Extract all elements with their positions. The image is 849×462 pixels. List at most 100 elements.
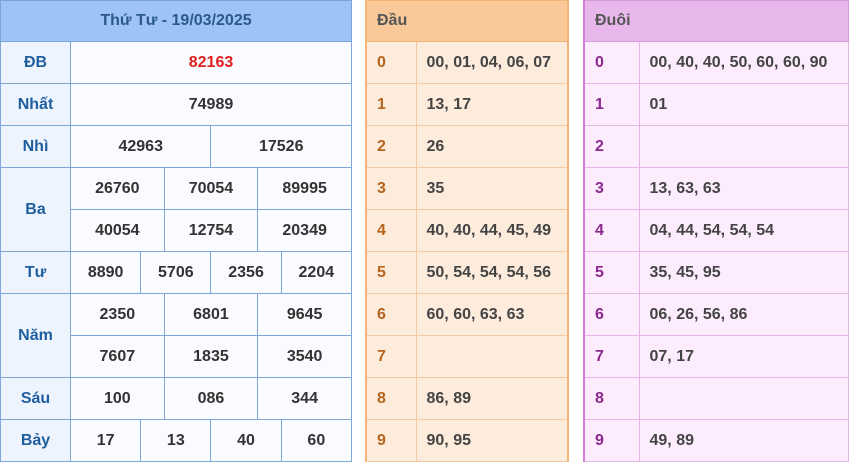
table-row: 9 90, 95 xyxy=(365,419,569,462)
tail-values xyxy=(638,377,849,420)
prize-row-nhi: Nhì 42963 17526 xyxy=(0,125,352,168)
table-row: 9 49, 89 xyxy=(583,419,849,462)
head-values: 90, 95 xyxy=(415,419,569,462)
table-row: 7 07, 17 xyxy=(583,335,849,378)
prize-value: 17 xyxy=(69,419,142,462)
head-digit: 9 xyxy=(365,419,417,462)
tail-digit: 8 xyxy=(583,377,640,420)
tail-digit: 6 xyxy=(583,293,640,336)
prize-value: 086 xyxy=(163,377,259,420)
prize-row-nam: Năm 2350 6801 9645 xyxy=(0,293,352,378)
prize-row-ba: Ba 26760 70054 89995 xyxy=(0,167,352,252)
prize-row-db: ĐB 82163 xyxy=(0,41,352,84)
head-values: 00, 01, 04, 06, 07 xyxy=(415,41,569,84)
prize-value: 2356 xyxy=(210,251,282,294)
tail-values: 49, 89 xyxy=(638,419,849,462)
head-table: Đầu 0 00, 01, 04, 06, 07 1 13, 17 2 26 3 35 … xyxy=(365,0,569,462)
prize-value: 9645 xyxy=(257,293,352,336)
prize-value: 89995 xyxy=(257,167,352,210)
prize-value: 2204 xyxy=(280,251,353,294)
table-row: 1 13, 17 xyxy=(365,83,569,126)
prize-row-tu: Tư 8890 5706 2356 2204 xyxy=(0,251,353,294)
prize-value: 13 xyxy=(140,419,212,462)
table-row: 2 26 xyxy=(365,125,569,168)
tail-digit: 3 xyxy=(583,167,640,210)
table-row: 3 35 xyxy=(365,167,569,210)
head-digit: 7 xyxy=(365,335,417,378)
prize-value: 20349 xyxy=(257,209,352,252)
prize-value: 40 xyxy=(210,419,282,462)
prize-row-sau: Sáu 100 086 344 xyxy=(0,377,352,420)
prize-value: 82163 xyxy=(70,41,352,84)
tail-header: Đuôi xyxy=(583,0,849,42)
prize-value: 8890 xyxy=(69,251,142,294)
prize-value: 74989 xyxy=(70,83,352,126)
prize-value: 344 xyxy=(257,377,352,420)
prize-value: 6801 xyxy=(163,293,259,336)
head-digit: 3 xyxy=(365,167,417,210)
table-row: 0 00, 01, 04, 06, 07 xyxy=(365,41,569,84)
table-row: 4 40, 40, 44, 45, 49 xyxy=(365,209,569,252)
prize-value: 1835 xyxy=(163,335,259,378)
head-values: 40, 40, 44, 45, 49 xyxy=(415,209,569,252)
prize-value: 42963 xyxy=(69,125,212,168)
head-digit: 1 xyxy=(365,83,417,126)
head-values: 50, 54, 54, 54, 56 xyxy=(415,251,569,294)
table-row: 5 50, 54, 54, 54, 56 xyxy=(365,251,569,294)
prize-label: Tư xyxy=(0,251,71,294)
table-row: 2 xyxy=(583,125,849,168)
head-values: 13, 17 xyxy=(415,83,569,126)
tail-values: 04, 44, 54, 54, 54 xyxy=(638,209,849,252)
head-digit: 8 xyxy=(365,377,417,420)
tail-values: 06, 26, 56, 86 xyxy=(638,293,849,336)
prize-row-bay: Bảy 17 13 40 60 xyxy=(0,419,353,462)
head-header: Đầu xyxy=(365,0,569,42)
head-values: 35 xyxy=(415,167,569,210)
table-row: 8 xyxy=(583,377,849,420)
tail-values: 35, 45, 95 xyxy=(638,251,849,294)
table-row: 5 35, 45, 95 xyxy=(583,251,849,294)
tail-digit: 7 xyxy=(583,335,640,378)
results-table: Thứ Tư - 19/03/2025 ĐB 82163 Nhất 74989 … xyxy=(0,0,353,462)
prize-label: ĐB xyxy=(0,41,71,84)
tail-digit: 9 xyxy=(583,419,640,462)
results-title: Thứ Tư - 19/03/2025 xyxy=(0,0,352,42)
prize-value: 70054 xyxy=(163,167,259,210)
head-digit: 6 xyxy=(365,293,417,336)
prize-value: 2350 xyxy=(70,293,165,336)
prize-value: 5706 xyxy=(140,251,212,294)
prize-label: Nhì xyxy=(0,125,71,168)
prize-value: 17526 xyxy=(210,125,352,168)
head-values: 86, 89 xyxy=(415,377,569,420)
tail-values: 00, 40, 40, 50, 60, 60, 90 xyxy=(638,41,849,84)
prize-label: Sáu xyxy=(0,377,71,420)
tail-values: 01 xyxy=(638,83,849,126)
head-values: 26 xyxy=(415,125,569,168)
prize-value: 26760 xyxy=(70,167,165,210)
head-digit: 5 xyxy=(365,251,417,294)
prize-label: Ba xyxy=(0,167,71,252)
head-digit: 0 xyxy=(365,41,417,84)
tail-values: 13, 63, 63 xyxy=(638,167,849,210)
prize-label: Nhất xyxy=(0,83,71,126)
table-row: 6 06, 26, 56, 86 xyxy=(583,293,849,336)
head-digit: 4 xyxy=(365,209,417,252)
prize-row-nhat: Nhất 74989 xyxy=(0,83,352,126)
head-digit: 2 xyxy=(365,125,417,168)
prize-label: Bảy xyxy=(0,419,71,462)
tail-digit: 4 xyxy=(583,209,640,252)
prize-value: 60 xyxy=(280,419,353,462)
prize-value: 7607 xyxy=(70,335,165,378)
tail-digit: 2 xyxy=(583,125,640,168)
table-row: 3 13, 63, 63 xyxy=(583,167,849,210)
tail-digit: 5 xyxy=(583,251,640,294)
table-row: 6 60, 60, 63, 63 xyxy=(365,293,569,336)
head-values: 60, 60, 63, 63 xyxy=(415,293,569,336)
prize-value: 12754 xyxy=(163,209,259,252)
tail-values xyxy=(638,125,849,168)
prize-label: Năm xyxy=(0,293,71,378)
prize-value: 100 xyxy=(70,377,165,420)
tail-table: Đuôi 0 00, 40, 40, 50, 60, 60, 90 1 01 2 3… xyxy=(583,0,849,462)
table-row: 8 86, 89 xyxy=(365,377,569,420)
table-row: 7 xyxy=(365,335,569,378)
